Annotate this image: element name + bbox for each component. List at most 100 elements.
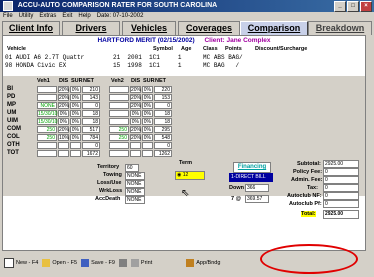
coverage-cell[interactable]: 20% (58, 126, 69, 133)
coverage-cell[interactable]: 517 (82, 126, 100, 133)
coverage-cell[interactable] (70, 150, 81, 157)
financing-button[interactable]: Financing (233, 162, 271, 173)
coverage-cell[interactable]: 0% (130, 118, 141, 125)
close-button[interactable]: × (360, 1, 372, 12)
app-bind-button[interactable]: App/Bndg (186, 257, 220, 269)
coverage-cell[interactable]: 0% (142, 110, 153, 117)
coverage-cell[interactable]: 295 (154, 126, 172, 133)
coverage-cell[interactable] (109, 142, 129, 149)
coverage-cell[interactable]: 0% (70, 134, 81, 141)
autoclub-pf-field[interactable]: 0 (323, 200, 359, 208)
territory-field[interactable]: 60 (125, 164, 139, 172)
coverage-cell[interactable]: 0% (58, 110, 69, 117)
coverage-cell[interactable]: 0 (154, 102, 172, 109)
new-button[interactable]: New - F4 (4, 257, 38, 269)
coverage-cell[interactable]: 0% (70, 102, 81, 109)
coverage-cell[interactable] (109, 102, 129, 109)
tab-breakdown[interactable]: Breakdown (308, 21, 372, 35)
coverage-cell[interactable]: 250 (37, 126, 57, 133)
coverage-cell[interactable] (109, 150, 129, 157)
minimize-button[interactable]: _ (334, 1, 346, 12)
coverage-cell[interactable]: 1262 (154, 150, 172, 157)
coverage-cell[interactable]: 0% (70, 86, 81, 93)
coverage-cell[interactable]: 210 (82, 86, 100, 93)
coverage-cell[interactable]: 20% (130, 134, 141, 141)
coverage-cell[interactable]: 15/30/10 (37, 110, 57, 117)
coverage-cell[interactable]: 20% (58, 86, 69, 93)
menu-extras[interactable]: Extras (39, 12, 56, 21)
menu-help[interactable]: Help (78, 12, 90, 21)
coverage-cell[interactable]: 20% (58, 102, 69, 109)
towing-field[interactable]: NONE (125, 172, 145, 180)
coverage-cell[interactable]: 10% (58, 134, 69, 141)
coverage-cell[interactable]: 250 (109, 126, 129, 133)
tax-field[interactable]: 0 (323, 184, 359, 192)
coverage-cell[interactable]: 0% (130, 110, 141, 117)
coverage-cell[interactable]: 18 (154, 118, 172, 125)
lossuse-field[interactable]: NONE (125, 180, 145, 188)
coverage-cell[interactable] (142, 142, 153, 149)
coverage-cell[interactable] (58, 150, 69, 157)
coverage-cell[interactable] (37, 150, 57, 157)
adminfee-field[interactable]: 0 (323, 176, 359, 184)
coverage-cell[interactable] (37, 142, 57, 149)
coverage-cell[interactable]: 0% (142, 134, 153, 141)
coverage-cell[interactable] (130, 142, 141, 149)
coverage-cell[interactable] (37, 86, 57, 93)
coverage-cell[interactable]: 0 (82, 102, 100, 109)
policyfee-field[interactable]: 0 (323, 168, 359, 176)
coverage-cell[interactable]: 0% (142, 126, 153, 133)
tab-coverages[interactable]: Coverages (178, 21, 240, 35)
coverage-cell[interactable]: 15/30/10 (37, 118, 57, 125)
coverage-cell[interactable] (109, 110, 129, 117)
coverage-cell[interactable]: 0% (70, 126, 81, 133)
coverage-cell[interactable]: 18 (82, 118, 100, 125)
coverage-cell[interactable]: 220 (154, 86, 172, 93)
pay-option-select[interactable]: 1-DIRECT BILL (229, 173, 273, 182)
coverage-cell[interactable]: 20% (130, 102, 141, 109)
coverage-cell[interactable]: 0% (142, 102, 153, 109)
coverage-cell[interactable] (109, 118, 129, 125)
menu-exit[interactable]: Exit (62, 12, 72, 21)
coverage-cell[interactable] (70, 142, 81, 149)
print-button[interactable]: Print (130, 257, 152, 269)
coverage-cell[interactable]: 0% (70, 118, 81, 125)
coverage-cell[interactable] (37, 94, 57, 101)
coverage-cell[interactable]: 18 (154, 110, 172, 117)
coverage-cell[interactable]: 0% (142, 118, 153, 125)
down-field[interactable]: 366 (245, 184, 269, 192)
coverage-cell[interactable]: 0 (154, 142, 172, 149)
coverage-cell[interactable]: 0 (82, 142, 100, 149)
coverage-cell[interactable] (58, 142, 69, 149)
coverage-cell[interactable]: 250 (37, 134, 57, 141)
coverage-cell[interactable]: 20% (130, 86, 141, 93)
vehicle-row-2[interactable]: 98 HONDA Civic EX 15 1998 1C1 1 MC BAG / (5, 62, 239, 69)
vehicle-row-1[interactable]: 01 AUDI A6 2.7T Quattr 21 2001 1C1 1 MC … (5, 54, 243, 61)
menu-utility[interactable]: Utility (19, 12, 34, 21)
coverage-cell[interactable]: 0% (142, 94, 153, 101)
accdeath-field[interactable]: NONE (125, 196, 145, 204)
save-button[interactable]: Save - F9 (81, 257, 115, 269)
coverage-cell[interactable]: 250 (109, 134, 129, 141)
menu-file[interactable]: File (3, 12, 13, 21)
coverage-cell[interactable]: 0% (70, 94, 81, 101)
coverage-cell[interactable] (109, 86, 129, 93)
coverage-cell[interactable]: 784 (82, 134, 100, 141)
coverage-cell[interactable]: NONE (37, 102, 57, 109)
tab-client-info[interactable]: Client Info (2, 21, 60, 35)
tab-drivers[interactable]: Drivers (62, 21, 120, 35)
coverage-cell[interactable]: 548 (154, 134, 172, 141)
coverage-cell[interactable]: 20% (58, 94, 69, 101)
wrkloss-field[interactable]: NONE (125, 188, 145, 196)
tab-comparison[interactable]: Comparison (240, 21, 308, 35)
tab-vehicles[interactable]: Vehicles (122, 21, 176, 35)
coverage-cell[interactable] (109, 94, 129, 101)
coverage-cell[interactable]: 0% (58, 118, 69, 125)
open-button[interactable]: Open - F5 (42, 257, 77, 269)
coverage-cell[interactable] (142, 150, 153, 157)
maximize-button[interactable]: □ (347, 1, 359, 12)
coverage-cell[interactable]: 0% (142, 86, 153, 93)
coverage-cell[interactable]: 1672 (82, 150, 100, 157)
print-preview-button[interactable] (118, 257, 127, 269)
coverage-cell[interactable] (130, 150, 141, 157)
